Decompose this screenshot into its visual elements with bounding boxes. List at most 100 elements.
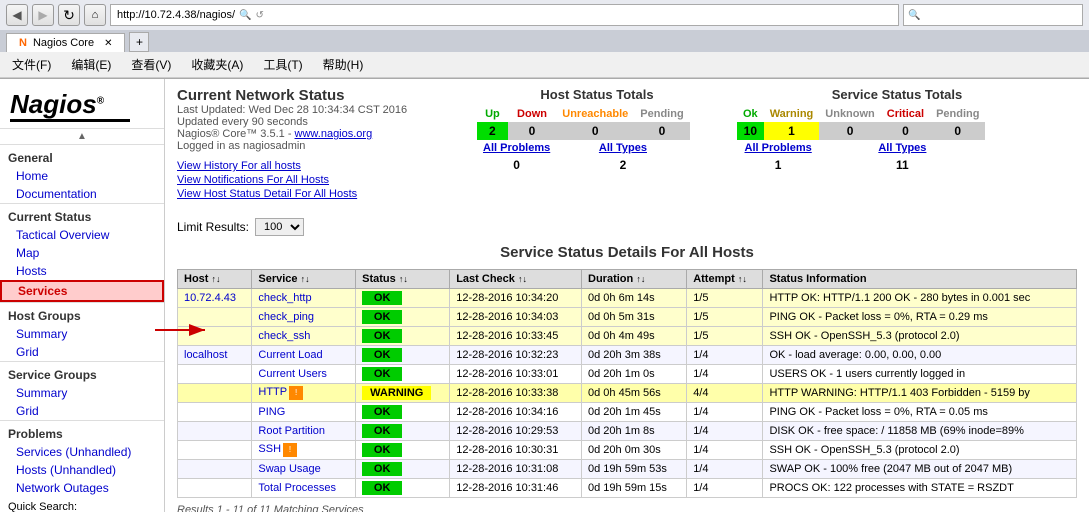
menu-bar: 文件(F) 编辑(E) 查看(V) 收藏夹(A) 工具(T) 帮助(H) — [0, 52, 1089, 78]
svc-all-problems-link[interactable]: All Problems — [745, 142, 812, 154]
val-unreachable[interactable]: 0 — [556, 122, 634, 140]
val-critical[interactable]: 0 — [881, 122, 930, 140]
service-link[interactable]: Root Partition — [258, 425, 325, 437]
svc-types-count[interactable]: 11 — [819, 156, 985, 174]
service-link[interactable]: Current Users — [258, 368, 326, 380]
cell-service: Total Processes — [252, 479, 356, 498]
sidebar-item-hostgroups-grid[interactable]: Grid — [0, 343, 164, 361]
service-link[interactable]: check_ssh — [258, 330, 310, 342]
cell-service: Current Users — [252, 365, 356, 384]
sidebar-scroll-up[interactable]: ▲ — [0, 129, 164, 144]
cell-attempt: 1/4 — [687, 403, 763, 422]
menu-favorites[interactable]: 收藏夹(A) — [187, 54, 247, 75]
browser-tab[interactable]: N Nagios Core ✕ — [6, 33, 125, 52]
col-last-check[interactable]: Last Check ↑↓ — [450, 270, 582, 289]
refresh-button[interactable]: ↻ — [58, 4, 80, 26]
status-sort-icon[interactable]: ↑↓ — [399, 274, 408, 284]
host-all-problems-link[interactable]: All Problems — [483, 142, 550, 154]
menu-tools[interactable]: 工具(T) — [259, 54, 306, 75]
th-up: Up — [477, 106, 508, 122]
col-status[interactable]: Status ↑↓ — [356, 270, 450, 289]
col-duration[interactable]: Duration ↑↓ — [582, 270, 687, 289]
duration-sort-icon[interactable]: ↑↓ — [636, 274, 645, 284]
sidebar-item-documentation[interactable]: Documentation — [0, 185, 164, 203]
cell-service: Root Partition — [252, 422, 356, 441]
table-row: localhostCurrent LoadOK12-28-2016 10:32:… — [178, 346, 1077, 365]
cell-duration: 0d 0h 6m 14s — [582, 289, 687, 308]
sidebar-item-map[interactable]: Map — [0, 244, 164, 262]
service-sort-icon[interactable]: ↑↓ — [301, 274, 310, 284]
menu-edit[interactable]: 编辑(E) — [67, 54, 115, 75]
svc-problems-count[interactable]: 1 — [737, 156, 819, 174]
sidebar-item-services[interactable]: Services — [0, 280, 164, 302]
host-link[interactable]: localhost — [184, 349, 227, 361]
col-service[interactable]: Service ↑↓ — [252, 270, 356, 289]
forward-button[interactable]: ▶ — [32, 4, 54, 26]
val-unknown[interactable]: 0 — [819, 122, 881, 140]
cell-status-info: HTTP WARNING: HTTP/1.1 403 Forbidden - 5… — [763, 384, 1077, 403]
val-ok[interactable]: 10 — [737, 122, 764, 140]
sidebar-item-servicegroups-summary[interactable]: Summary — [0, 384, 164, 402]
host-sort-icon[interactable]: ↑↓ — [212, 274, 221, 284]
view-history-link[interactable]: View History For all hosts — [177, 160, 457, 172]
sidebar-item-servicegroups-grid[interactable]: Grid — [0, 402, 164, 420]
svc-all-types-link[interactable]: All Types — [878, 142, 926, 154]
sidebar-item-tactical-overview[interactable]: Tactical Overview — [0, 226, 164, 244]
val-svc-pending[interactable]: 0 — [930, 122, 985, 140]
last-check-sort-icon[interactable]: ↑↓ — [518, 274, 527, 284]
val-up[interactable]: 2 — [477, 122, 508, 140]
service-link[interactable]: check_ping — [258, 311, 314, 323]
status-badge: OK — [362, 443, 402, 457]
service-link[interactable]: Total Processes — [258, 482, 336, 494]
table-row: Total ProcessesOK12-28-2016 10:31:460d 1… — [178, 479, 1077, 498]
host-all-types-link[interactable]: All Types — [599, 142, 647, 154]
back-button[interactable]: ◀ — [6, 4, 28, 26]
th-critical: Critical — [881, 106, 930, 122]
menu-view[interactable]: 查看(V) — [127, 54, 175, 75]
service-link[interactable]: Swap Usage — [258, 463, 320, 475]
val-warning[interactable]: 1 — [764, 122, 820, 140]
service-link[interactable]: check_http — [258, 292, 311, 304]
cell-status: OK — [356, 460, 450, 479]
col-attempt[interactable]: Attempt ↑↓ — [687, 270, 763, 289]
status-badge: OK — [362, 481, 402, 495]
col-status-info[interactable]: Status Information — [763, 270, 1077, 289]
host-types-count[interactable]: 2 — [556, 156, 689, 174]
view-host-status-link[interactable]: View Host Status Detail For All Hosts — [177, 188, 457, 200]
sidebar-item-services-unhandled[interactable]: Services (Unhandled) — [0, 443, 164, 461]
val-down[interactable]: 0 — [508, 122, 556, 140]
cell-last-check: 12-28-2016 10:34:16 — [450, 403, 582, 422]
service-icon[interactable]: ! — [289, 386, 303, 400]
home-button[interactable]: ⌂ — [84, 4, 106, 26]
col-host[interactable]: Host ↑↓ — [178, 270, 252, 289]
cell-service: HTTP! — [252, 384, 356, 403]
cell-duration: 0d 20h 1m 45s — [582, 403, 687, 422]
service-link[interactable]: SSH — [258, 443, 281, 455]
nagios-org-link[interactable]: www.nagios.org — [295, 128, 373, 140]
cell-duration: 0d 20h 0m 30s — [582, 441, 687, 460]
host-link[interactable]: 10.72.4.43 — [184, 292, 236, 304]
service-icon[interactable]: ! — [283, 443, 297, 457]
address-bar[interactable]: http://10.72.4.38/nagios/ 🔍 ↺ — [110, 4, 899, 26]
tab-close-button[interactable]: ✕ — [104, 38, 112, 49]
sidebar-item-home[interactable]: Home — [0, 167, 164, 185]
new-tab-button[interactable]: + — [129, 32, 149, 52]
cell-status-info: PING OK - Packet loss = 0%, RTA = 0.05 m… — [763, 403, 1077, 422]
attempt-sort-icon[interactable]: ↑↓ — [738, 274, 747, 284]
sidebar-item-hostgroups-summary[interactable]: Summary — [0, 325, 164, 343]
val-pending[interactable]: 0 — [634, 122, 689, 140]
service-link[interactable]: HTTP — [258, 386, 287, 398]
sidebar-item-network-outages[interactable]: Network Outages — [0, 479, 164, 497]
host-problems-count[interactable]: 0 — [477, 156, 556, 174]
sidebar-item-hosts[interactable]: Hosts — [0, 262, 164, 280]
sidebar-item-hosts-unhandled[interactable]: Hosts (Unhandled) — [0, 461, 164, 479]
search-bar[interactable]: 🔍 — [903, 4, 1083, 26]
limit-select[interactable]: 25 50 100 200 All — [255, 218, 304, 236]
view-notifications-link[interactable]: View Notifications For All Hosts — [177, 174, 457, 186]
cell-last-check: 12-28-2016 10:33:01 — [450, 365, 582, 384]
menu-file[interactable]: 文件(F) — [8, 54, 55, 75]
section-title-problems: Problems — [0, 420, 164, 443]
service-link[interactable]: PING — [258, 406, 285, 418]
service-link[interactable]: Current Load — [258, 349, 322, 361]
menu-help[interactable]: 帮助(H) — [319, 54, 368, 75]
